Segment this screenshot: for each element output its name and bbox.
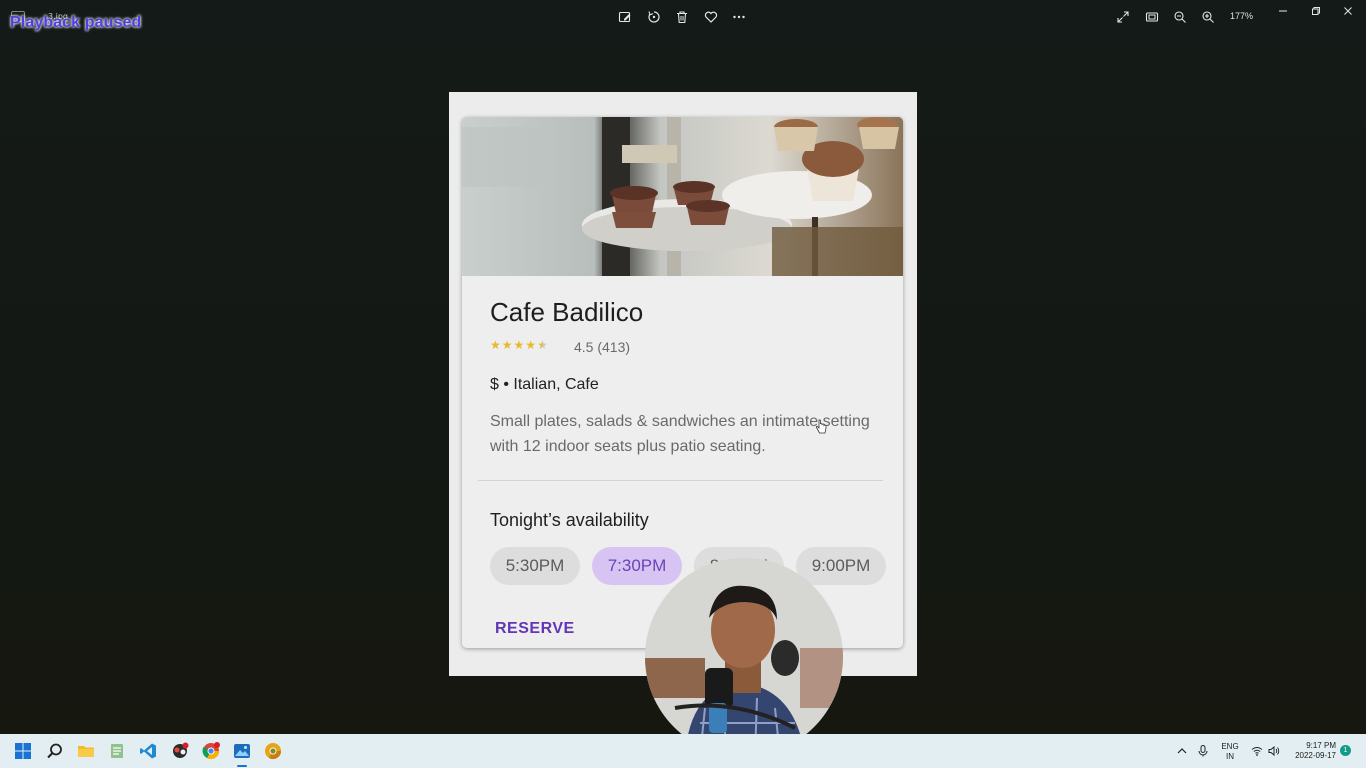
microphone-icon <box>1198 745 1208 757</box>
show-hidden-icons-button[interactable] <box>1174 741 1190 761</box>
wifi-button[interactable] <box>1249 741 1265 761</box>
close-icon <box>1344 7 1352 15</box>
chrome-button[interactable] <box>201 741 221 761</box>
wifi-icon <box>1251 747 1263 756</box>
taskbar: ENG IN 9:17 PM 2022-09-17 1 <box>0 734 1366 768</box>
search-icon <box>47 743 62 759</box>
availability-title: Tonight’s availability <box>490 510 649 530</box>
chrome-canary-button[interactable] <box>263 741 283 761</box>
half-star-icon: ★ <box>537 338 548 352</box>
notepad-icon <box>111 744 123 758</box>
divider <box>478 480 883 481</box>
star-icon: ★ <box>525 338 537 352</box>
zoom-in-icon <box>1202 11 1214 23</box>
cafe-hero-image <box>462 117 903 276</box>
clock-date: 2022-09-17 <box>1295 751 1336 760</box>
delete-button[interactable] <box>672 8 692 26</box>
cupcakes-photo <box>462 117 903 276</box>
fullscreen-button[interactable] <box>1113 8 1133 26</box>
time-chip[interactable]: 5:30PM <box>490 547 580 585</box>
more-options-icon <box>733 15 745 19</box>
language-code: ENG <box>1221 742 1239 751</box>
presenter-video <box>645 558 843 756</box>
chrome-icon <box>202 742 220 760</box>
webcam-overlay <box>645 558 843 756</box>
restaurant-name: Cafe Badilico <box>490 297 644 327</box>
price-and-cuisine: $ • Italian, Cafe <box>490 376 599 393</box>
delete-icon <box>677 11 687 24</box>
windows-start-icon <box>15 743 31 759</box>
file-explorer-button[interactable] <box>76 741 96 761</box>
time-chip[interactable]: 9:00PM <box>796 547 886 585</box>
zoom-in-button[interactable] <box>1198 8 1218 26</box>
edit-image-icon <box>618 11 631 23</box>
folder-icon <box>78 746 94 757</box>
expand-icon <box>1117 11 1129 23</box>
restore-button[interactable] <box>1305 3 1327 19</box>
rating-count: 4.5 (413) <box>574 339 631 355</box>
zoom-out-icon <box>1174 11 1186 23</box>
restore-icon <box>1312 7 1320 15</box>
input-language[interactable]: ENG IN <box>1219 742 1241 762</box>
photos-button[interactable] <box>232 741 252 761</box>
star-icon: ★ <box>490 338 501 352</box>
heart-icon <box>704 11 718 23</box>
microphone-button[interactable] <box>1195 741 1211 761</box>
vscode-icon <box>140 743 156 759</box>
vscode-button[interactable] <box>138 741 158 761</box>
start-button[interactable] <box>13 741 33 761</box>
clock-time: 9:17 PM <box>1306 741 1336 750</box>
fit-to-window-button[interactable] <box>1142 8 1162 26</box>
restaurant-card: Cafe Badilico ★ ★ ★ ★ ★ 4.5 (413) $ • It… <box>462 117 903 648</box>
title-bar: 3.jpg Playback paused 177% <box>0 0 1366 34</box>
region-code: IN <box>1226 752 1234 761</box>
notification-badge[interactable]: 1 <box>1340 745 1351 756</box>
fit-window-icon <box>1145 12 1159 22</box>
app-button[interactable] <box>170 741 190 761</box>
photo-viewer-window: 3.jpg Playback paused 177% Cafe Badilico… <box>0 0 1366 756</box>
volume-button[interactable] <box>1266 741 1282 761</box>
search-button[interactable] <box>45 741 65 761</box>
zoom-out-button[interactable] <box>1170 8 1190 26</box>
playback-status-overlay: Playback paused <box>10 14 142 31</box>
star-icon: ★ <box>501 338 513 352</box>
clock[interactable]: 9:17 PM 2022-09-17 <box>1286 741 1336 761</box>
photos-icon <box>234 744 250 758</box>
minimize-button[interactable] <box>1272 3 1294 19</box>
star-rating: ★ ★ ★ ★ ★ <box>490 338 548 352</box>
minimize-icon <box>1279 10 1287 12</box>
hand-cursor-icon <box>815 419 827 439</box>
zoom-level[interactable]: 177% <box>1230 11 1253 21</box>
more-options-button[interactable] <box>729 8 749 26</box>
speaker-icon <box>1268 746 1280 756</box>
favorite-button[interactable] <box>701 8 721 26</box>
close-button[interactable] <box>1337 3 1359 19</box>
notepad-button[interactable] <box>107 741 127 761</box>
app-icon <box>173 742 189 758</box>
reserve-button[interactable]: RESERVE <box>495 620 575 638</box>
active-app-indicator <box>237 765 247 767</box>
rotate-icon <box>648 11 660 23</box>
star-icon: ★ <box>513 338 525 352</box>
time-chip-selected[interactable]: 7:30PM <box>592 547 682 585</box>
rotate-button[interactable] <box>644 8 664 26</box>
chevron-up-icon <box>1177 748 1187 754</box>
edit-image-button[interactable] <box>615 8 635 26</box>
chrome-canary-icon <box>265 743 282 760</box>
